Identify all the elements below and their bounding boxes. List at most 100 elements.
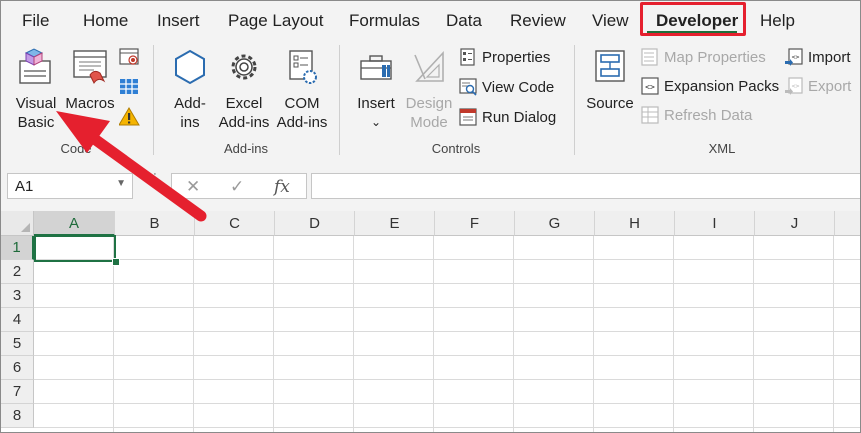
column-header-e[interactable]: E	[355, 211, 435, 236]
refresh-data-button[interactable]: Refresh Data	[641, 106, 752, 124]
ruler-triangle-icon	[414, 50, 444, 82]
excel-add-ins-button[interactable]: Excel Add-ins	[215, 47, 273, 132]
com-add-ins-label-line1: COM	[284, 95, 320, 112]
tab-review[interactable]: Review	[510, 11, 566, 31]
xml-source-icon	[595, 50, 625, 82]
tab-formulas[interactable]: Formulas	[349, 11, 420, 31]
column-header-h[interactable]: H	[595, 211, 675, 236]
xml-import-label: Import	[808, 48, 851, 66]
column-header-partial[interactable]	[835, 211, 860, 236]
properties-icon	[460, 48, 475, 66]
column-header-g[interactable]: G	[515, 211, 595, 236]
active-cell-a1[interactable]	[34, 235, 116, 262]
add-ins-group-label: Add-ins	[223, 141, 269, 156]
row-header-1[interactable]: 1	[1, 236, 34, 260]
formula-bar-resize-handle[interactable]: ⋮	[148, 171, 162, 185]
cancel-formula-icon[interactable]: ✕	[186, 177, 200, 197]
visual-basic-button[interactable]: Visual Basic	[11, 47, 61, 132]
group-separator	[574, 45, 575, 155]
cell-area[interactable]	[34, 236, 860, 432]
visual-basic-label-line2: Basic	[17, 114, 55, 131]
chevron-down-icon[interactable]: ▼	[116, 178, 126, 189]
row-header-7[interactable]: 7	[1, 380, 34, 404]
row-header-5[interactable]: 5	[1, 332, 34, 356]
developer-tab-highlight-box	[640, 2, 746, 36]
macros-label: Macros	[65, 95, 115, 112]
visual-basic-icon	[19, 48, 51, 84]
worksheet-grid[interactable]: A B C D E F G H I J 1 2 3 4 5 6 7 8	[1, 211, 860, 432]
view-code-button[interactable]: View Code	[459, 78, 554, 96]
expansion-packs-icon: <>	[641, 77, 659, 95]
record-macro-icon[interactable]	[119, 47, 141, 67]
insert-function-icon[interactable]: fx	[274, 177, 290, 197]
macros-button[interactable]: Macros	[63, 47, 117, 113]
xml-import-button[interactable]: <> Import	[785, 48, 851, 66]
column-header-f[interactable]: F	[435, 211, 515, 236]
name-box[interactable]: A1 ▼	[7, 173, 133, 199]
expansion-packs-button[interactable]: <> Expansion Packs	[641, 77, 779, 95]
ribbon: Visual Basic Macros Code Add- ins Excel …	[1, 39, 860, 162]
design-mode-button[interactable]: Design Mode	[401, 47, 457, 132]
xml-source-label: Source	[586, 95, 634, 112]
formula-bar-area: A1 ▼ ⋮ ✕ ✓ fx	[1, 161, 860, 211]
map-properties-label: Map Properties	[664, 48, 766, 66]
column-header-i[interactable]: I	[675, 211, 755, 236]
relative-references-icon[interactable]	[119, 77, 141, 97]
tab-view[interactable]: View	[592, 11, 629, 31]
run-dialog-button[interactable]: Run Dialog	[459, 108, 556, 126]
select-all-triangle-icon	[21, 223, 30, 232]
insert-controls-button[interactable]: Insert ⌄	[353, 47, 399, 132]
tab-help[interactable]: Help	[760, 11, 795, 31]
add-ins-label-line1: Add-	[174, 95, 206, 112]
xml-export-label: Export	[808, 77, 852, 95]
add-ins-hexagon-icon	[175, 49, 205, 85]
map-properties-button[interactable]: Map Properties	[641, 48, 766, 66]
column-header-j[interactable]: J	[755, 211, 835, 236]
run-dialog-icon	[459, 108, 477, 126]
row-header-2[interactable]: 2	[1, 260, 34, 284]
row-header-6[interactable]: 6	[1, 356, 34, 380]
tab-page-layout[interactable]: Page Layout	[228, 11, 323, 31]
code-group-label: Code	[60, 141, 92, 156]
visual-basic-label-line1: Visual	[15, 95, 57, 112]
macro-security-warning-icon[interactable]	[119, 107, 141, 127]
column-header-c[interactable]: C	[195, 211, 275, 236]
excel-add-ins-label-line2: Add-ins	[218, 114, 270, 131]
run-dialog-label: Run Dialog	[482, 108, 557, 126]
properties-button[interactable]: Properties	[459, 48, 550, 66]
xml-export-button[interactable]: <> Export	[785, 77, 851, 95]
tab-data[interactable]: Data	[446, 11, 482, 31]
controls-group-label: Controls	[431, 141, 481, 156]
column-header-a[interactable]: A	[34, 211, 115, 236]
formula-buttons: ✕ ✓ fx	[171, 173, 307, 199]
name-box-value: A1	[15, 178, 34, 195]
excel-window: File Home Insert Page Layout Formulas Da…	[0, 0, 861, 433]
enter-formula-icon[interactable]: ✓	[230, 177, 244, 197]
toolbox-icon	[360, 55, 392, 80]
formula-input[interactable]	[311, 173, 860, 199]
com-add-ins-icon	[289, 50, 317, 84]
xml-export-icon: <>	[785, 77, 803, 95]
column-header-b[interactable]: B	[115, 211, 195, 236]
group-separator	[339, 45, 340, 155]
xml-import-icon: <>	[785, 48, 803, 66]
view-code-label: View Code	[482, 78, 555, 96]
row-header-3[interactable]: 3	[1, 284, 34, 308]
tab-home[interactable]: Home	[83, 11, 128, 31]
xml-source-button[interactable]: Source	[585, 47, 635, 113]
column-header-d[interactable]: D	[275, 211, 355, 236]
tab-insert[interactable]: Insert	[157, 11, 200, 31]
add-ins-button[interactable]: Add- ins	[167, 47, 213, 132]
tab-file[interactable]: File	[22, 11, 49, 31]
com-add-ins-button[interactable]: COM Add-ins	[273, 47, 331, 132]
row-header-8[interactable]: 8	[1, 404, 34, 428]
design-mode-label-line2: Mode	[410, 114, 448, 131]
properties-label: Properties	[482, 48, 551, 66]
ribbon-tab-bar: File Home Insert Page Layout Formulas Da…	[1, 1, 860, 39]
excel-add-ins-label-line1: Excel	[225, 95, 263, 112]
macros-icon	[73, 50, 107, 84]
row-header-4[interactable]: 4	[1, 308, 34, 332]
select-all-button[interactable]	[1, 211, 34, 236]
fill-handle[interactable]	[112, 258, 120, 266]
svg-text:<>: <>	[792, 53, 800, 61]
